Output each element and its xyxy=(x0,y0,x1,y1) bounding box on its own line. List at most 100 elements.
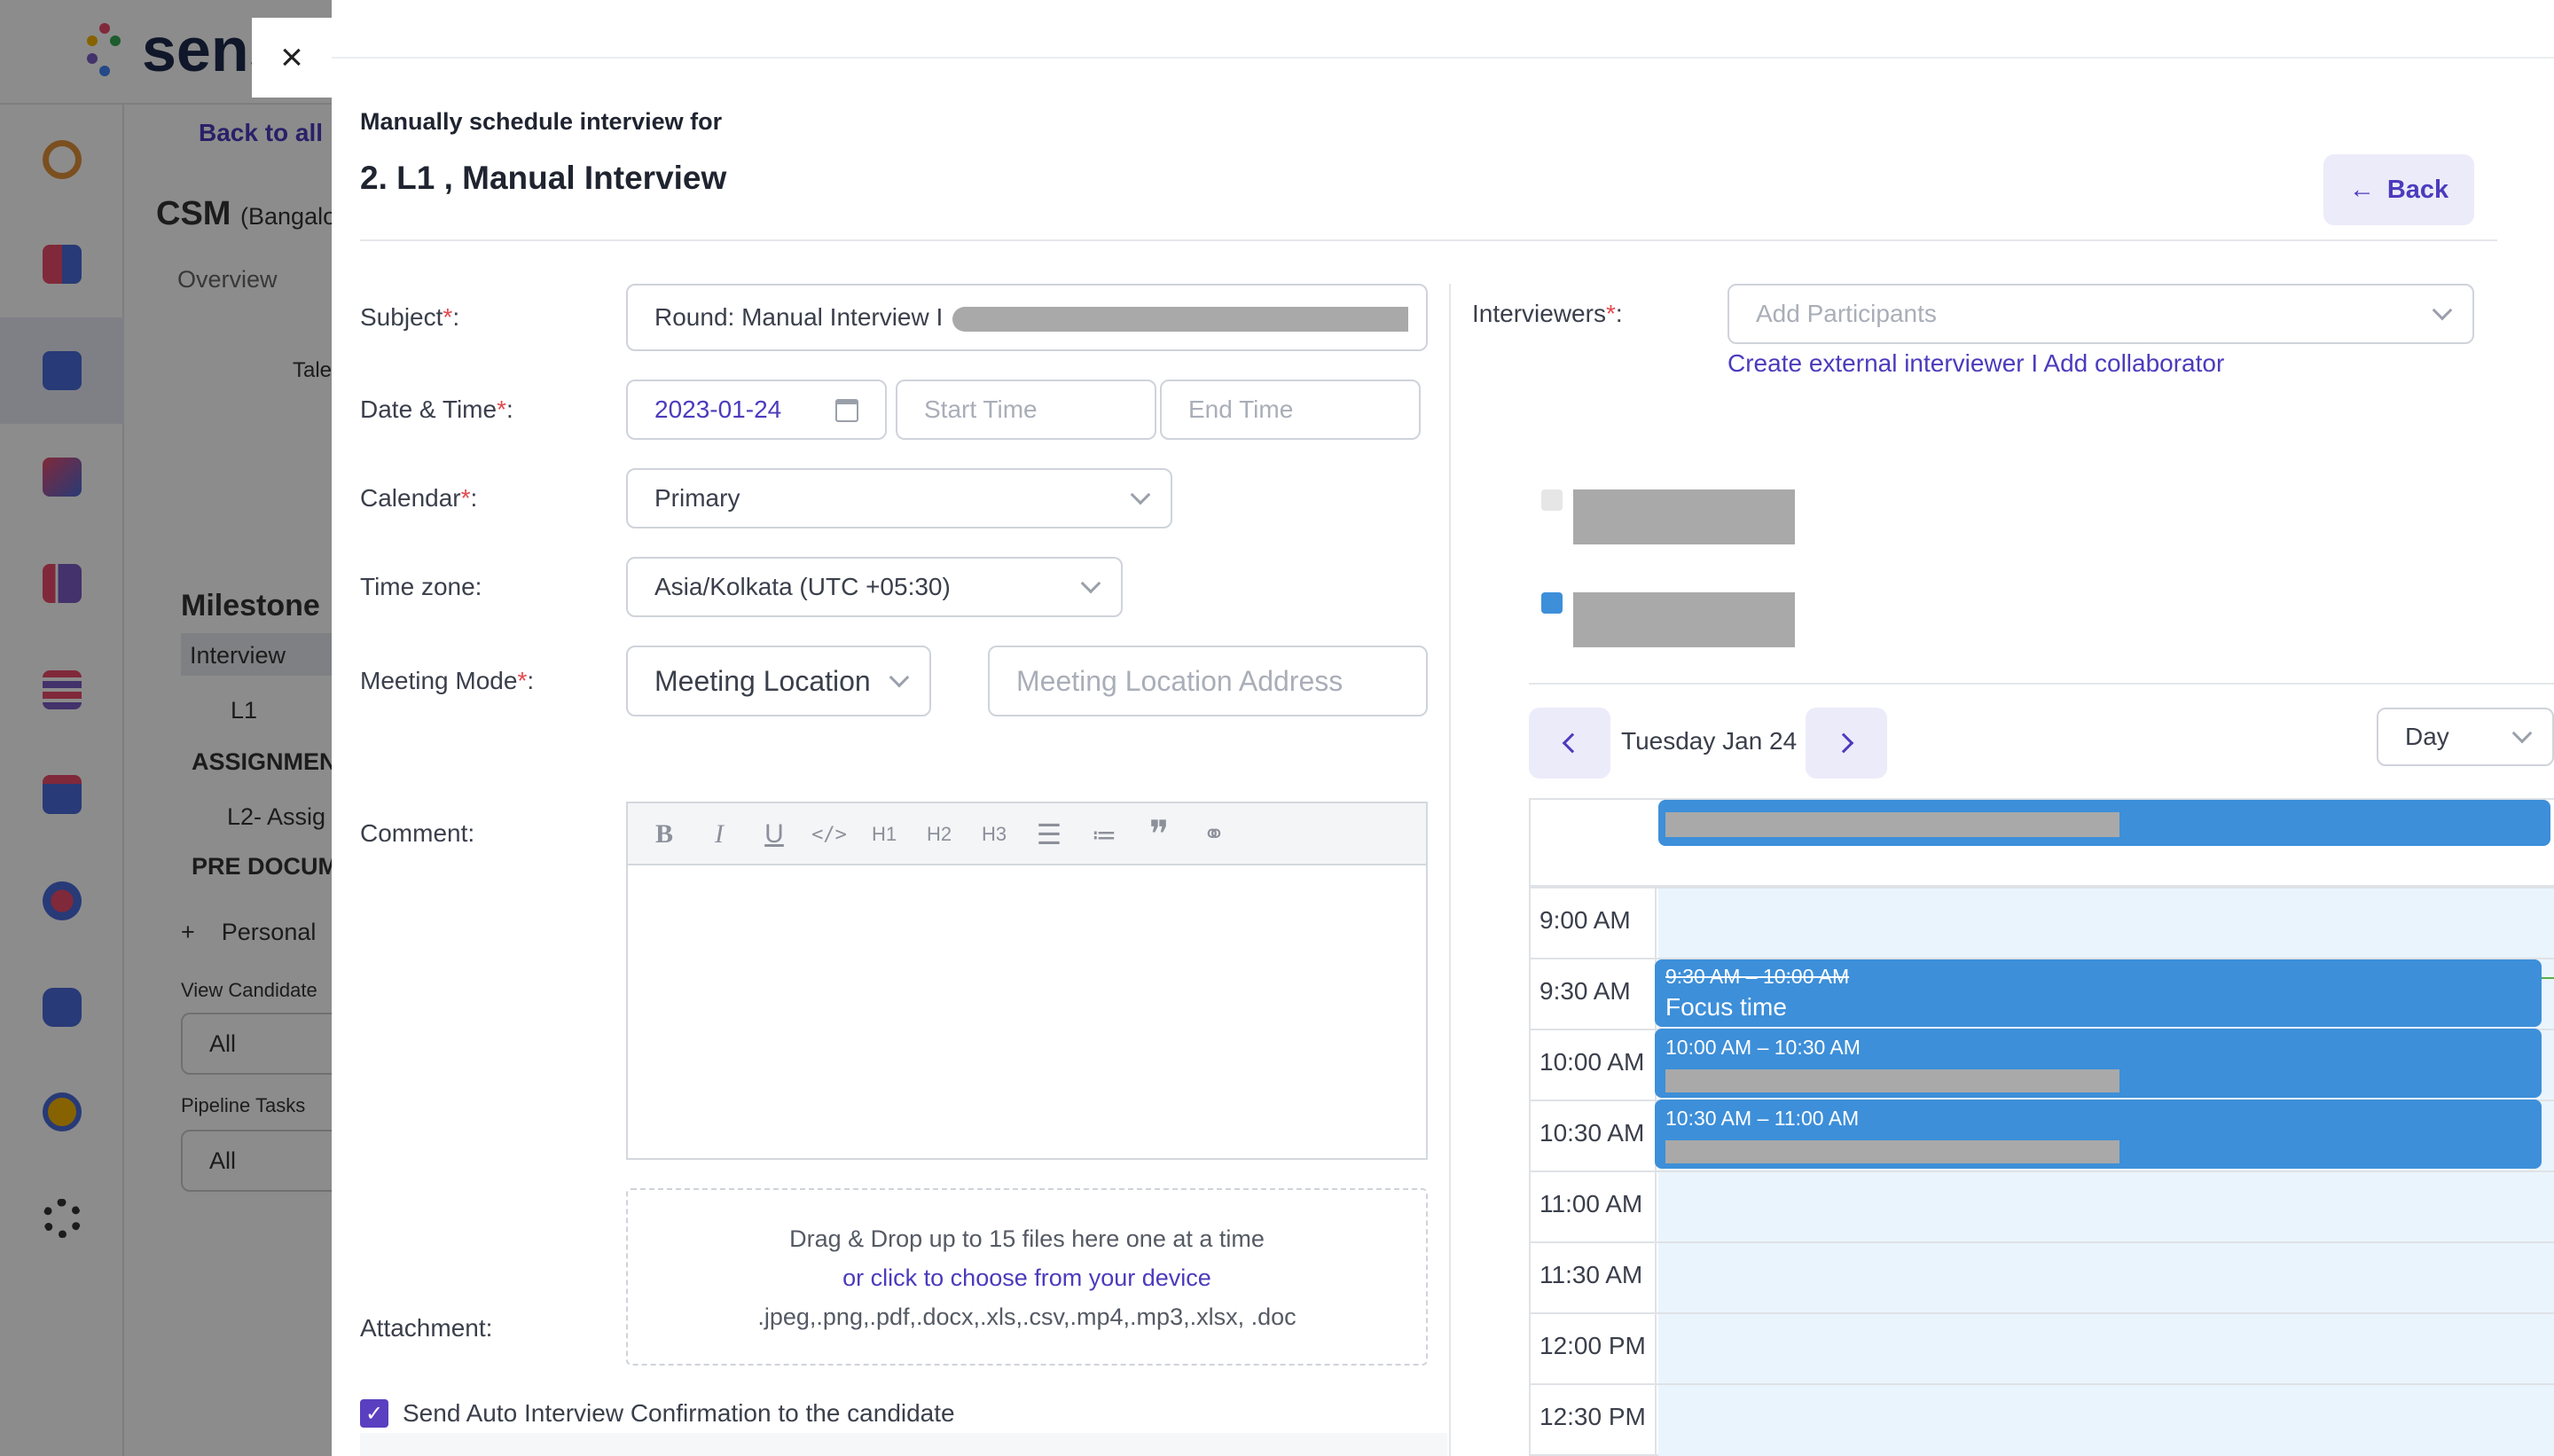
back-button[interactable]: ← Back xyxy=(2323,154,2474,225)
event-time: 9:30 AM – 10:00 AM xyxy=(1665,965,1850,988)
calendar-icon xyxy=(835,399,858,422)
back-button-label: Back xyxy=(2386,175,2449,204)
quote-icon[interactable]: ❞ xyxy=(1132,812,1187,857)
drawer-title: 2. L1 , Manual Interview xyxy=(360,160,727,196)
meeting-mode-label: Meeting Mode*: xyxy=(360,667,535,694)
time-label: 12:30 PM xyxy=(1539,1403,1646,1430)
h3-button[interactable]: H3 xyxy=(967,812,1022,857)
comment-label: Comment: xyxy=(360,819,475,847)
time-slot-row: 12:30 PM xyxy=(1529,1383,2554,1454)
calendar-date-label: Tuesday Jan 24 xyxy=(1621,727,1798,755)
all-day-event[interactable] xyxy=(1658,800,2550,846)
choose-file-link[interactable]: or click to choose from your device xyxy=(628,1264,1426,1292)
ordered-list-icon[interactable]: ≔ xyxy=(1077,812,1132,857)
column-divider xyxy=(1449,284,1451,1456)
prev-day-button[interactable] xyxy=(1529,708,1610,779)
h2-button[interactable]: H2 xyxy=(912,812,967,857)
bullet-list-icon[interactable]: ☰ xyxy=(1022,812,1077,857)
time-label: 9:30 AM xyxy=(1539,977,1631,1005)
time-slot-row: 11:00 AM xyxy=(1529,1170,2554,1241)
subject-value: Round: Manual Interview I xyxy=(654,303,944,331)
attachment-label: Attachment: xyxy=(360,1314,493,1342)
redacted-subject xyxy=(952,307,1408,332)
file-dropzone[interactable]: Drag & Drop up to 15 files here one at a… xyxy=(626,1188,1428,1366)
datetime-label: Date & Time*: xyxy=(360,395,513,423)
meeting-address-placeholder: Meeting Location Address xyxy=(1016,664,1344,697)
add-participants-placeholder: Add Participants xyxy=(1756,300,1937,327)
header-divider xyxy=(360,239,2497,241)
meeting-mode-value: Meeting Location xyxy=(654,664,871,697)
subject-input[interactable]: Round: Manual Interview I xyxy=(626,284,1428,351)
redacted-participant-name xyxy=(1573,592,1795,647)
event-title: Focus time xyxy=(1665,993,1787,1021)
arrow-left-icon: ← xyxy=(2348,175,2375,204)
redacted-event-title xyxy=(1665,1069,2119,1092)
time-slot-row: 12:00 PM xyxy=(1529,1312,2554,1383)
calendar-select[interactable]: Primary xyxy=(626,468,1172,528)
calendar-view-select[interactable]: Day xyxy=(2377,708,2554,766)
code-button[interactable]: </> xyxy=(802,812,857,857)
start-time-input[interactable]: Start Time xyxy=(896,380,1156,440)
participants-divider xyxy=(1529,683,2554,685)
italic-button[interactable]: I xyxy=(692,812,747,857)
time-label: 11:30 AM xyxy=(1539,1261,1643,1288)
calendar-event[interactable]: 10:00 AM – 10:30 AM xyxy=(1655,1029,2542,1098)
link-icon[interactable]: ⚭ xyxy=(1187,812,1242,857)
time-label: 9:00 AM xyxy=(1539,906,1631,934)
close-icon: × xyxy=(280,35,303,79)
add-participants-select[interactable]: Add Participants xyxy=(1727,284,2474,344)
comment-editor[interactable] xyxy=(626,864,1428,1160)
underline-button[interactable]: U xyxy=(747,812,802,857)
confirmation-checkbox[interactable]: ✓ xyxy=(360,1399,388,1428)
chevron-down-icon xyxy=(1080,573,1101,594)
close-drawer-button[interactable]: × xyxy=(252,18,332,98)
chevron-right-icon xyxy=(1833,732,1854,754)
drawer-top-bar xyxy=(332,0,2554,59)
meeting-mode-select[interactable]: Meeting Location xyxy=(626,646,931,716)
participant-required: Required × xyxy=(1529,580,2554,660)
h1-button[interactable]: H1 xyxy=(857,812,912,857)
interviewers-label: Interviewers*: xyxy=(1472,300,1623,327)
add-collaborator-link[interactable]: Add collaborator xyxy=(2043,349,2224,377)
redacted-event-title xyxy=(1665,1140,2119,1163)
timezone-select[interactable]: Asia/Kolkata (UTC +05:30) xyxy=(626,557,1123,617)
calendar-value: Primary xyxy=(654,484,740,512)
participant-candidate: Candidate × xyxy=(1529,479,2554,559)
meeting-address-input[interactable]: Meeting Location Address xyxy=(988,646,1428,716)
check-icon: ✓ xyxy=(364,1401,384,1426)
end-time-input[interactable]: End Time xyxy=(1160,380,1421,440)
timezone-label: Time zone: xyxy=(360,573,482,600)
chevron-left-icon xyxy=(1562,732,1583,754)
date-value: 2023-01-24 xyxy=(654,395,782,423)
time-label: 10:30 AM xyxy=(1539,1119,1645,1147)
date-input[interactable]: 2023-01-24 xyxy=(626,380,887,440)
redacted-event-title xyxy=(1665,812,2119,837)
time-label: 11:00 AM xyxy=(1539,1190,1643,1217)
calendar-event[interactable]: 10:30 AM – 11:00 AM xyxy=(1655,1100,2542,1169)
calendar-label: Calendar*: xyxy=(360,484,478,512)
calendar-event[interactable]: 9:30 AM – 10:00 AM Focus time xyxy=(1655,959,2542,1027)
participant-color-swatch xyxy=(1541,592,1563,614)
link-separator: I xyxy=(2031,349,2039,377)
time-label: 10:00 AM xyxy=(1539,1048,1645,1076)
interviewer-links: Create external interviewer I Add collab… xyxy=(1727,349,2224,378)
timezone-value: Asia/Kolkata (UTC +05:30) xyxy=(654,573,951,600)
time-label: 12:00 PM xyxy=(1539,1332,1646,1359)
chevron-down-icon xyxy=(1130,484,1151,505)
drawer-subtitle: Manually schedule interview for xyxy=(360,108,723,135)
chevron-down-icon xyxy=(889,667,910,688)
create-external-interviewer-link[interactable]: Create external interviewer xyxy=(1727,349,2025,377)
end-time-placeholder: End Time xyxy=(1188,395,1294,423)
bold-button[interactable]: B xyxy=(637,812,692,857)
confirmation-label: Send Auto Interview Confirmation to the … xyxy=(403,1399,955,1427)
time-slot-row: 11:30 AM xyxy=(1529,1241,2554,1312)
time-slot-row: 9:00 AM xyxy=(1529,887,2554,958)
chevron-down-icon xyxy=(2432,300,2453,321)
start-time-placeholder: Start Time xyxy=(924,395,1038,423)
allowed-file-types: .jpeg,.png,.pdf,.docx,.xls,.csv,.mp4,.mp… xyxy=(757,1303,1297,1330)
footer-band xyxy=(360,1433,1447,1456)
participant-color-swatch xyxy=(1541,489,1563,511)
event-time: 10:00 AM – 10:30 AM xyxy=(1665,1036,1861,1059)
next-day-button[interactable] xyxy=(1806,708,1887,779)
editor-toolbar: B I U </> H1 H2 H3 ☰ ≔ ❞ ⚭ xyxy=(626,802,1428,865)
